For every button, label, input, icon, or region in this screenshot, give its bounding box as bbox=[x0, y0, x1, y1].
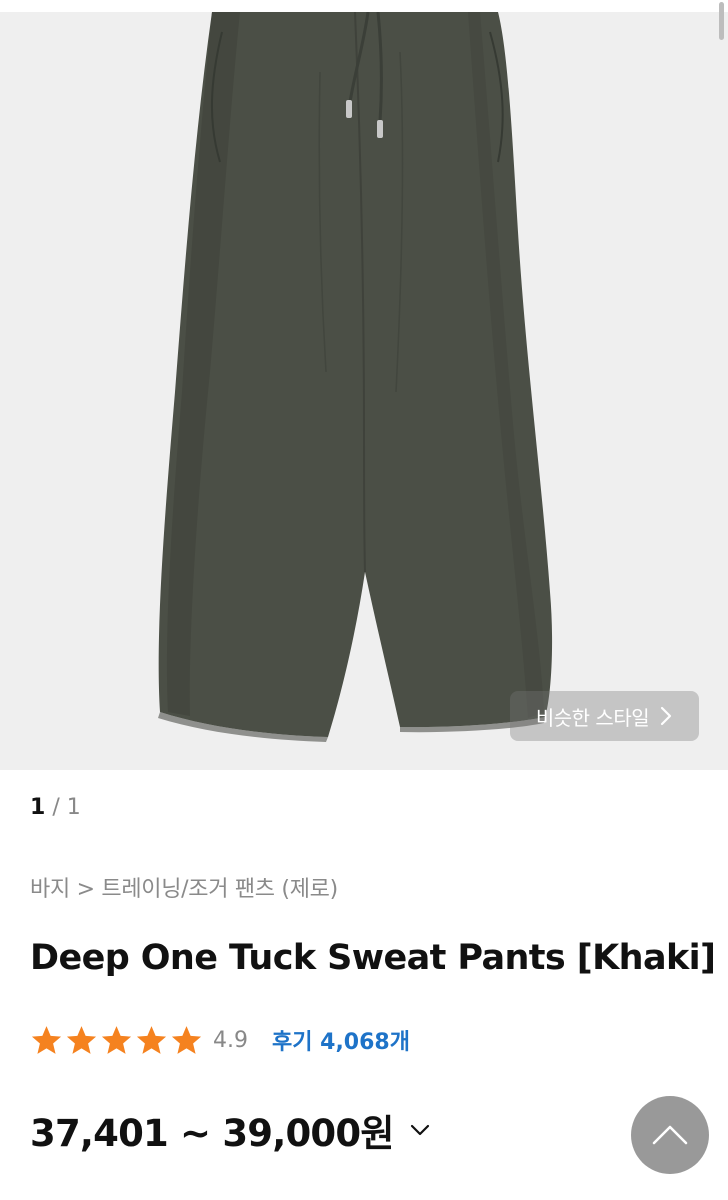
star-icon bbox=[101, 1025, 132, 1054]
chevron-down-icon[interactable] bbox=[408, 1118, 432, 1142]
top-strip bbox=[0, 0, 728, 12]
product-image-gallery[interactable]: 비슷한 스타일 bbox=[0, 0, 728, 770]
image-counter: 1 / 1 bbox=[30, 795, 81, 820]
scroll-to-top-button[interactable] bbox=[631, 1096, 709, 1174]
chevron-right-icon bbox=[661, 706, 672, 726]
reviews-link[interactable]: 후기 4,068개 bbox=[272, 1024, 410, 1056]
star-icon bbox=[66, 1025, 97, 1054]
product-title: Deep One Tuck Sweat Pants [Khaki] bbox=[30, 938, 716, 978]
chevron-up-icon bbox=[652, 1125, 688, 1145]
star-icon bbox=[136, 1025, 167, 1054]
breadcrumb[interactable]: 바지 > 트레이닝/조거 팬츠 (제로) bbox=[30, 871, 338, 903]
price-row[interactable]: 37,401 ~ 39,000원 bbox=[30, 1103, 432, 1157]
scrollbar[interactable] bbox=[719, 2, 724, 40]
rating-stars bbox=[30, 1024, 203, 1057]
image-counter-total: 1 bbox=[66, 795, 81, 820]
price-range: 37,401 ~ 39,000원 bbox=[30, 1112, 394, 1155]
product-image bbox=[158, 12, 553, 742]
star-icon bbox=[171, 1025, 202, 1054]
image-counter-separator: / bbox=[52, 795, 60, 820]
similar-style-button[interactable]: 비슷한 스타일 bbox=[510, 691, 699, 741]
similar-style-label: 비슷한 스타일 bbox=[535, 705, 650, 730]
image-counter-current: 1 bbox=[30, 795, 46, 820]
rating-row: 4.9 후기 4,068개 bbox=[30, 1021, 410, 1059]
rating-value: 4.9 bbox=[213, 1027, 248, 1053]
star-icon bbox=[31, 1025, 62, 1054]
